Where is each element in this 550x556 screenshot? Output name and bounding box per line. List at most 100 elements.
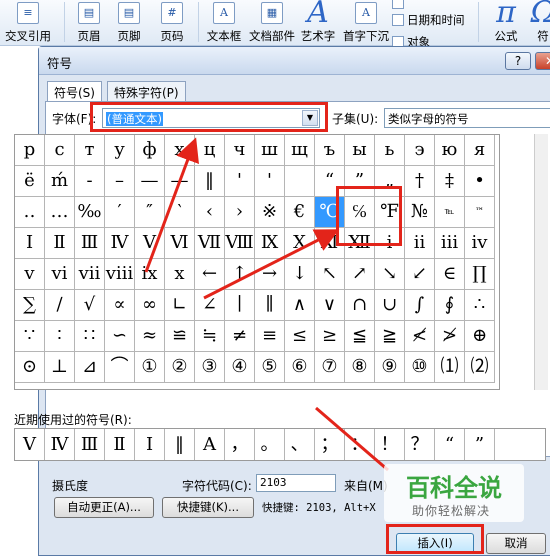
symbol-cell[interactable]: р — [15, 135, 45, 166]
symbol-cell[interactable]: ↖ — [315, 259, 345, 290]
symbol-cell[interactable]: ⑴ — [435, 352, 465, 383]
symbol-cell[interactable]: Ⅶ — [195, 228, 225, 259]
recent-symbol-cell[interactable]: Ⅰ — [135, 429, 165, 460]
symbol-cell[interactable]: э — [405, 135, 435, 166]
symbol-cell[interactable]: ⅷ — [105, 259, 135, 290]
symbol-cell[interactable]: ⊕ — [465, 321, 495, 352]
ribbon-symbol[interactable]: Ω 符 — [530, 0, 550, 46]
symbol-cell[interactable]: ⅹ — [165, 259, 195, 290]
symbol-cell[interactable]: € — [285, 197, 315, 228]
recent-symbol-cell[interactable]: 。 — [255, 429, 285, 460]
symbol-cell[interactable]: ⊥ — [45, 352, 75, 383]
recent-symbol-cell[interactable]: ， — [225, 429, 255, 460]
symbol-cell[interactable]: ∨ — [315, 290, 345, 321]
symbol-cell[interactable]: ḿ — [45, 166, 75, 197]
symbol-cell[interactable]: ↑ — [225, 259, 255, 290]
symbol-cell[interactable]: ъ — [315, 135, 345, 166]
symbol-cell[interactable]: Ⅴ — [135, 228, 165, 259]
ribbon-datetime[interactable]: 日期和时间 — [392, 12, 465, 28]
char-code-input[interactable]: 2103 — [256, 474, 336, 492]
recent-symbol-cell[interactable]: ； — [315, 429, 345, 460]
symbol-cell[interactable]: ⊿ — [75, 352, 105, 383]
symbol-cell[interactable]: ∠ — [195, 290, 225, 321]
symbol-cell[interactable]: ≦ — [345, 321, 375, 352]
symbol-cell[interactable]: Ⅳ — [105, 228, 135, 259]
symbol-cell[interactable]: ∽ — [105, 321, 135, 352]
recent-symbol-cell[interactable]: 、 — [285, 429, 315, 460]
ribbon-signature-line[interactable] — [392, 0, 407, 10]
cancel-button[interactable]: 取消 — [486, 533, 546, 554]
recent-symbol-cell[interactable]: Ⅳ — [45, 429, 75, 460]
ribbon-page-number[interactable]: # 页码 — [156, 0, 188, 46]
symbol-cell[interactable]: ⊙ — [15, 352, 45, 383]
symbol-cell[interactable]: ∥ — [255, 290, 285, 321]
symbol-cell[interactable]: ≥ — [315, 321, 345, 352]
symbol-cell[interactable]: Ⅵ — [165, 228, 195, 259]
symbol-cell[interactable]: ‖ — [195, 166, 225, 197]
recent-symbol-cell[interactable]: ？ — [405, 429, 435, 460]
symbol-cell[interactable]: ™ — [465, 197, 495, 228]
shortcut-key-button[interactable]: 快捷键(K)... — [162, 497, 254, 518]
symbol-cell[interactable]: ⅳ — [465, 228, 495, 259]
symbol-cell[interactable]: ' — [255, 166, 285, 197]
symbol-cell[interactable]: № — [405, 197, 435, 228]
ribbon-equation[interactable]: π 公式 — [486, 0, 526, 46]
symbol-cell[interactable]: ∧ — [285, 290, 315, 321]
symbol-cell[interactable]: ③ — [195, 352, 225, 383]
symbol-cell[interactable]: ′ — [105, 197, 135, 228]
symbol-cell[interactable]: щ — [285, 135, 315, 166]
symbol-cell[interactable]: ≌ — [165, 321, 195, 352]
recent-symbol-cell[interactable]: ： — [345, 429, 375, 460]
recent-symbol-cell[interactable]: Ⅲ — [75, 429, 105, 460]
symbol-cell[interactable]: ⑥ — [285, 352, 315, 383]
symbol-cell[interactable] — [285, 166, 315, 197]
symbol-cell[interactable]: с — [45, 135, 75, 166]
symbol-cell[interactable]: ю — [435, 135, 465, 166]
symbol-cell[interactable]: Ⅸ — [255, 228, 285, 259]
symbol-cell[interactable]: ④ — [225, 352, 255, 383]
symbol-cell[interactable]: Ⅰ — [15, 228, 45, 259]
recent-symbol-cell[interactable]: Ⅱ — [105, 429, 135, 460]
symbol-cell[interactable]: ч — [225, 135, 255, 166]
symbol-cell[interactable]: ‥ — [15, 197, 45, 228]
symbol-cell[interactable]: ⅵ — [45, 259, 75, 290]
symbol-cell[interactable]: ≮ — [405, 321, 435, 352]
symbol-cell[interactable]: Ⅷ — [225, 228, 255, 259]
symbol-cell[interactable]: ‹ — [195, 197, 225, 228]
symbol-cell[interactable]: — — [135, 166, 165, 197]
grid-scrollbar[interactable] — [534, 134, 548, 390]
symbol-cell[interactable]: у — [105, 135, 135, 166]
symbol-cell[interactable]: √ — [75, 290, 105, 321]
symbol-cell[interactable]: ц — [195, 135, 225, 166]
help-button[interactable]: ? — [505, 52, 531, 70]
recent-symbol-cell[interactable]: “ — [435, 429, 465, 460]
symbol-cell[interactable]: - — [75, 166, 105, 197]
symbol-cell[interactable]: ‰ — [75, 197, 105, 228]
symbol-cell[interactable]: ≯ — [435, 321, 465, 352]
recent-symbol-cell[interactable]: ！ — [375, 429, 405, 460]
symbol-cell[interactable]: ' — [225, 166, 255, 197]
symbol-cell[interactable]: ‵ — [165, 197, 195, 228]
symbol-cell[interactable]: ⑤ — [255, 352, 285, 383]
recent-symbol-cell[interactable]: ” — [465, 429, 495, 460]
symbol-cell[interactable]: ы — [345, 135, 375, 166]
symbol-cell[interactable]: ∣ — [225, 290, 255, 321]
symbol-cell[interactable]: ≤ — [285, 321, 315, 352]
symbol-cell[interactable]: ※ — [255, 197, 285, 228]
tab-symbols[interactable]: 符号(S) — [47, 81, 102, 102]
ribbon-drop-cap[interactable]: A 首字下沉 — [340, 0, 392, 46]
symbol-cell[interactable]: ≒ — [195, 321, 225, 352]
symbol-cell[interactable]: т — [75, 135, 105, 166]
symbol-cell[interactable]: ⌒ — [105, 352, 135, 383]
symbol-cell[interactable]: ‡ — [435, 166, 465, 197]
symbol-cell[interactable]: – — [105, 166, 135, 197]
symbol-cell[interactable]: х — [165, 135, 195, 166]
symbol-cell[interactable]: ↘ — [375, 259, 405, 290]
symbol-cell[interactable]: → — [255, 259, 285, 290]
symbol-cell[interactable]: ↗ — [345, 259, 375, 290]
symbol-cell[interactable]: ← — [195, 259, 225, 290]
symbol-cell[interactable]: ∈ — [435, 259, 465, 290]
symbol-cell[interactable]: ⅱ — [405, 228, 435, 259]
symbol-cell[interactable]: ⑧ — [345, 352, 375, 383]
symbol-cell[interactable]: Ⅹ — [285, 228, 315, 259]
